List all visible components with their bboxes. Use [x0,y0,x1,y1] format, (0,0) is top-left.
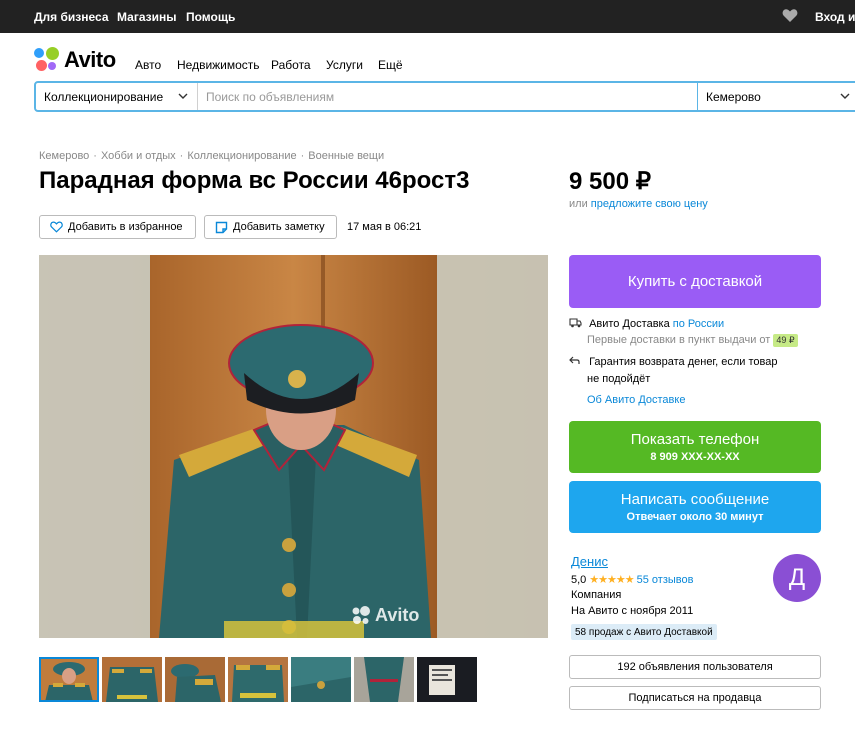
search-input[interactable] [198,83,697,110]
breadcrumb-item[interactable]: Коллекционирование [187,150,296,162]
add-favorite-label: Добавить в избранное [68,221,183,233]
city-value: Кемерово [706,89,761,104]
subscribe-seller-button[interactable]: Подписаться на продавца [569,686,821,710]
about-delivery-link[interactable]: Об Авито Доставке [587,394,685,406]
login-link[interactable]: Вход и р [815,10,855,24]
guarantee-line-2: не подойдёт [587,373,651,385]
seller-avatar[interactable]: Д [773,554,821,602]
uniform-photo [39,255,548,638]
first-delivery-text: Первые доставки в пункт выдачи от [587,334,771,346]
add-favorite-button[interactable]: Добавить в избранное [39,215,196,239]
add-note-button[interactable]: Добавить заметку [204,215,337,239]
delivery-region-link[interactable]: по России [673,318,724,330]
user-ads-button[interactable]: 192 объявления пользователя [569,655,821,679]
write-message-label: Написать сообщение [620,491,770,508]
publish-date: 17 мая в 06:21 [347,221,422,233]
business-link[interactable]: Для бизнеса [34,10,109,24]
truck-icon [569,318,582,328]
avito-logo[interactable]: Avito [34,47,116,73]
thumbnail[interactable] [165,657,225,702]
watermark-logo-icon [352,605,370,624]
help-link[interactable]: Помощь [186,10,235,24]
breadcrumb: Кемерово · Хобби и отдых · Коллекционировани… [39,150,385,162]
sales-badge: 58 продаж с Авито Доставкой [571,624,717,640]
delivery-price-badge: 49 ₽ [773,334,798,347]
seller-since: На Авито с ноября 2011 [571,605,694,617]
phone-number: 8 909 XXX-XX-XX [650,451,740,463]
thumbnail[interactable] [39,657,99,702]
nav-jobs[interactable]: Работа [271,58,311,72]
logo-dots-icon [34,47,60,73]
show-phone-label: Показать телефон [630,431,760,448]
buy-with-delivery-label: Купить с доставкой [627,273,763,290]
thumbnail[interactable] [417,657,477,702]
user-ads-label: 192 объявления пользователя [617,661,773,673]
breadcrumb-item[interactable]: Кемерово [39,150,89,162]
buy-with-delivery-button[interactable]: Купить с доставкой [569,255,821,308]
rating-value: 5,0 [571,574,587,586]
chevron-down-icon [178,93,188,99]
seller-rating: 5,0 ★★★★★ 55 отзывов [571,573,693,586]
seller-name[interactable]: Денис [571,554,608,569]
price-offer: или предложите свою цену [569,198,708,210]
write-message-button[interactable]: Написать сообщение Отвечает около 30 мин… [569,481,821,533]
show-phone-button[interactable]: Показать телефон 8 909 XXX-XX-XX [569,421,821,473]
nav-services[interactable]: Услуги [326,58,363,72]
watermark-text: Avito [375,605,420,625]
subscribe-seller-label: Подписаться на продавца [628,692,762,704]
thumbnail[interactable] [291,657,351,702]
top-bar: Для бизнеса Магазины Помощь Вход и р [0,0,855,33]
seller-type: Компания [571,589,622,601]
thumbnail[interactable] [102,657,162,702]
first-delivery-line: Первые доставки в пункт выдачи от 49 ₽ [587,334,798,347]
delivery-info: Авито Доставка по России [569,318,724,330]
category-value: Коллекционирование [44,89,164,104]
shops-link[interactable]: Магазины [117,10,176,24]
return-arrow-icon [569,356,580,364]
search-bar: Коллекционирование Кемерово [34,81,855,112]
breadcrumb-item[interactable]: Хобби и отдых [101,150,176,162]
item-price: 9 500 ₽ [569,168,651,195]
guarantee-text: Гарантия возврата денег, если товар [589,356,778,368]
avatar-letter: Д [788,564,806,591]
item-main-photo[interactable]: Avito [39,255,548,638]
item-title: Парадная форма вс России 46рост3 [39,167,470,194]
add-note-label: Добавить заметку [233,221,325,233]
nav-more[interactable]: Ещё [378,58,403,72]
photo-watermark: Avito [351,605,419,626]
city-select[interactable]: Кемерово [697,83,855,110]
delivery-title: Авито Доставка [589,318,670,330]
chevron-down-icon [840,93,850,99]
logo-text: Avito [64,47,116,72]
thumbnail[interactable] [354,657,414,702]
rating-stars-icon: ★★★★★ [589,574,634,586]
thumbnail[interactable] [228,657,288,702]
offer-price-link[interactable]: предложите свою цену [591,198,708,210]
nav-auto[interactable]: Авто [135,58,161,72]
price-offer-prefix: или [569,198,588,210]
heart-outline-icon [50,221,63,233]
heart-icon[interactable] [782,8,798,23]
reviews-link[interactable]: 55 отзывов [637,574,694,586]
category-select[interactable]: Коллекционирование [36,83,198,110]
breadcrumb-item[interactable]: Военные вещи [308,150,384,162]
guarantee-line: Гарантия возврата денег, если товар [569,356,777,368]
about-delivery-line: Об Авито Доставке [587,394,685,406]
nav-realty[interactable]: Недвижимость [177,58,260,72]
response-time: Отвечает около 30 минут [626,511,764,523]
note-icon [215,221,228,233]
